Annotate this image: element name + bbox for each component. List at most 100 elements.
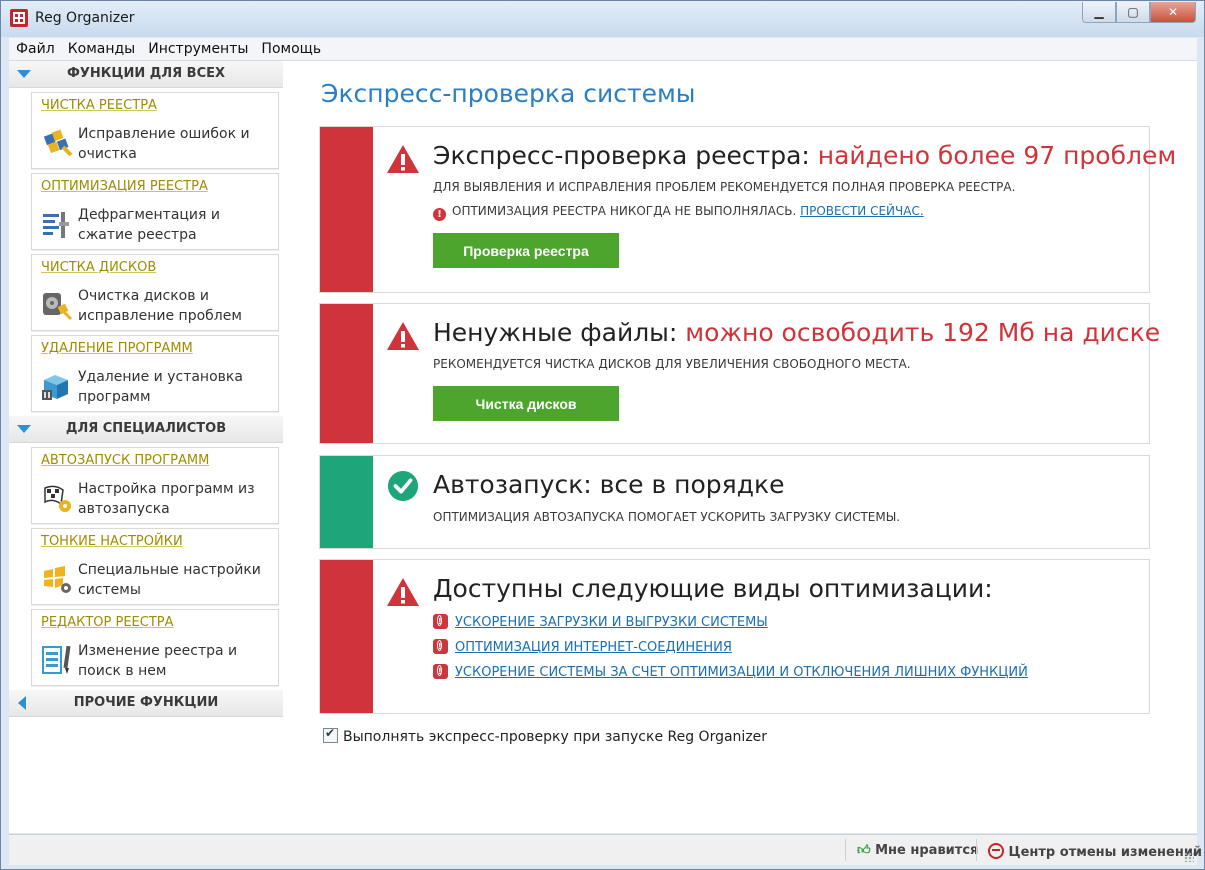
sidebar-card-disk-clean[interactable]: ЧИСТКА ДИСКОВ Очистка дисков и исправлен… (31, 254, 279, 331)
run-now-link[interactable]: Провести сейчас. (800, 204, 924, 218)
app-logo-icon (10, 9, 28, 27)
status-stripe (320, 304, 373, 443)
warning-icon (387, 322, 419, 350)
sidebar-card-uninstall[interactable]: УДАЛЕНИЕ ПРОГРАММ Удаление и установка п… (31, 335, 279, 412)
check-circle-icon (387, 470, 419, 502)
startup-check-checkbox[interactable] (323, 726, 338, 743)
alert-icon (433, 639, 448, 654)
alert-icon (433, 664, 448, 679)
panel-heading: Автозапуск: все в порядке (433, 470, 785, 499)
panel-description: Рекомендуется чистка дисков для увеличен… (433, 357, 911, 371)
card-title[interactable]: РЕДАКТОР РЕЕСТРА (41, 615, 174, 630)
section-title: ПРОЧИЕ ФУНКЦИИ (73, 695, 219, 710)
card-description: Очистка дисков и исправление проблем (78, 288, 242, 324)
undo-icon (988, 843, 1004, 859)
menu-file[interactable]: Файл (9, 38, 61, 57)
thumbs-up-icon: 👍︎ (857, 843, 871, 858)
link-text[interactable]: Ускорение загрузки и выгрузки системы (455, 615, 768, 630)
like-button[interactable]: 👍︎ Мне нравится (857, 843, 978, 858)
panel-heading: Ненужные файлы: можно освободить 192 Мб … (433, 318, 1160, 347)
menu-tools[interactable]: Инструменты (141, 38, 254, 57)
page-title: Экспресс-проверка системы (321, 79, 696, 108)
resize-grip[interactable] (1184, 852, 1194, 862)
like-label: Мне нравится (875, 843, 979, 858)
card-description: Настройка программ из автозапуска (78, 481, 255, 517)
link-text[interactable]: Ускорение системы за счет оптимизации и … (455, 665, 1028, 680)
panel-warning-line: ! Оптимизация реестра никогда не выполнял… (433, 204, 924, 221)
error-icon: ! (433, 208, 446, 221)
divider (845, 839, 846, 861)
registry-check-panel: Экспресс-проверка реестра: найдено более… (319, 126, 1176, 293)
app-window: Reg Organizer ▁ ▢ ✕ Файл Команды Инструмен… (0, 0, 1205, 870)
title-bar[interactable]: Reg Organizer ▁ ▢ ✕ (1, 1, 1204, 37)
problem-count: найдено более 97 проблем (817, 141, 1177, 170)
section-header-pro[interactable]: ДЛЯ СПЕЦИАЛИСТОВ (9, 416, 283, 443)
minimize-button[interactable]: ▁ (1082, 2, 1116, 23)
card-description: Дефрагментация и сжатие реестра (78, 207, 221, 243)
sidebar-card-autorun[interactable]: АВТОЗАПУСК ПРОГРАММ Настройка программ и… (31, 447, 279, 524)
card-title[interactable]: ТОНКИЕ НАСТРОЙКИ (41, 534, 183, 549)
window-controls: ▁ ▢ ✕ (1082, 2, 1196, 24)
alert-icon (433, 614, 448, 629)
status-stripe (320, 560, 373, 713)
panel-heading: Доступны следующие виды оптимизации: (433, 574, 993, 603)
heading-text: Экспресс-проверка реестра: (433, 141, 818, 170)
menu-commands[interactable]: Команды (61, 38, 142, 57)
warning-icon (387, 578, 419, 606)
undo-center-button[interactable]: Центр отмены изменений (988, 843, 1202, 860)
collapse-arrow-icon (17, 70, 31, 78)
registry-editor-icon (42, 645, 71, 674)
section-title: ФУНКЦИИ ДЛЯ ВСЕХ (66, 66, 226, 81)
tweaks-icon (44, 566, 71, 593)
card-title[interactable]: АВТОЗАПУСК ПРОГРАММ (41, 453, 209, 468)
sidebar-card-registry-editor[interactable]: РЕДАКТОР РЕЕСТРА Изменение реестра и пои… (31, 609, 279, 686)
main-content: Экспресс-проверка системы Экспресс-прове… (283, 61, 1197, 833)
status-bar: 👍︎ Мне нравится Центр отмены изменений (9, 834, 1202, 865)
checkbox-label: Выполнять экспресс-проверку при запуске … (343, 729, 768, 745)
link-text[interactable]: Оптимизация интернет-соединения (455, 640, 732, 655)
menu-bar: Файл Команды Инструменты Помощь (9, 38, 1197, 61)
close-button[interactable]: ✕ (1150, 2, 1196, 23)
sidebar: ФУНКЦИИ ДЛЯ ВСЕХ ЧИСТКА РЕЕСТРА Исправле… (9, 61, 283, 833)
warning-icon (387, 145, 419, 173)
sidebar-card-tweaks[interactable]: ТОНКИЕ НАСТРОЙКИ Специальные настройки с… (31, 528, 279, 605)
autorun-icon (44, 485, 71, 512)
autorun-panel: Автозапуск: все в порядке Оптимизация ав… (319, 455, 1150, 549)
section-header-other[interactable]: ПРОЧИЕ ФУНКЦИИ (9, 690, 283, 717)
startup-check-option[interactable]: Выполнять экспресс-проверку при запуске … (323, 726, 768, 745)
uninstall-icon (42, 375, 68, 400)
card-description: Специальные настройки системы (78, 562, 261, 598)
divider (976, 839, 977, 861)
window-title: Reg Organizer (35, 10, 135, 26)
registry-defrag-icon (43, 212, 69, 238)
menu-help[interactable]: Помощь (254, 38, 327, 57)
maximize-button[interactable]: ▢ (1116, 2, 1150, 23)
panel-description: Для выявления и исправления проблем реко… (433, 180, 1016, 194)
registry-clean-icon (43, 129, 73, 157)
card-title[interactable]: ЧИСТКА РЕЕСТРА (41, 98, 157, 113)
check-registry-button[interactable]: Проверка реестра (433, 233, 619, 268)
optimization-link-boot[interactable]: Ускорение загрузки и выгрузки системы (433, 614, 768, 630)
status-stripe (320, 456, 373, 548)
clean-disks-button[interactable]: Чистка дисков (433, 386, 619, 421)
junk-files-panel: Ненужные файлы: можно освободить 192 Мб … (319, 303, 1160, 444)
optimization-link-features[interactable]: Ускорение системы за счет оптимизации и … (433, 664, 1028, 680)
status-stripe (320, 127, 373, 292)
optimization-panel: Доступны следующие виды оптимизации: Уск… (319, 559, 1150, 714)
card-description: Исправление ошибок и очистка (78, 126, 250, 162)
card-title[interactable]: ЧИСТКА ДИСКОВ (41, 260, 156, 275)
sidebar-card-registry-clean[interactable]: ЧИСТКА РЕЕСТРА Исправление ошибок и очис… (31, 92, 279, 169)
optimization-link-internet[interactable]: Оптимизация интернет-соединения (433, 639, 732, 655)
warning-text: Оптимизация реестра никогда не выполняла… (452, 204, 801, 218)
collapse-arrow-icon (17, 425, 31, 433)
panel-description: Оптимизация автозапуска помогает ускорит… (433, 510, 901, 524)
card-title[interactable]: ОПТИМИЗАЦИЯ РЕЕСТРА (41, 179, 208, 194)
card-title[interactable]: УДАЛЕНИЕ ПРОГРАММ (41, 341, 193, 356)
sidebar-card-registry-optimize[interactable]: ОПТИМИЗАЦИЯ РЕЕСТРА Дефрагментация и сжа… (31, 173, 279, 250)
freeable-space: можно освободить 192 Мб на диске (685, 318, 1161, 347)
heading-text: Ненужные файлы: (433, 318, 686, 347)
undo-center-label: Центр отмены изменений (1008, 845, 1203, 860)
section-header-all[interactable]: ФУНКЦИИ ДЛЯ ВСЕХ (9, 61, 283, 88)
disk-clean-icon (43, 293, 73, 321)
expand-arrow-icon (18, 696, 26, 710)
